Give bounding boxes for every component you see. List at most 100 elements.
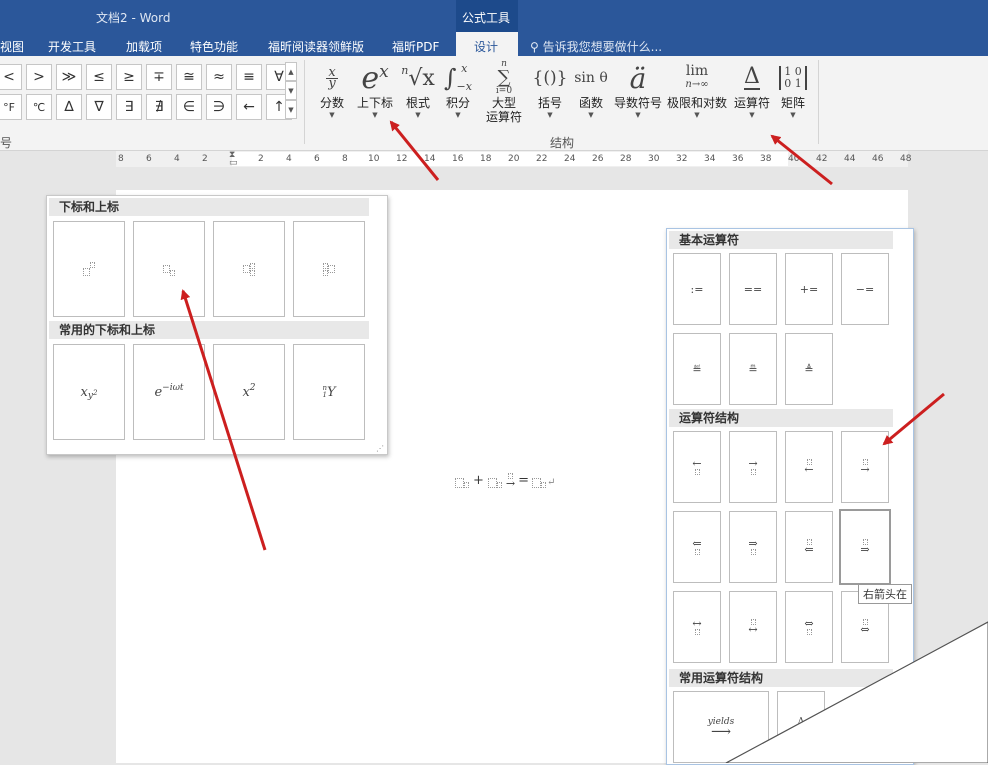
symbol-cell[interactable]: ≈ — [206, 64, 232, 90]
both-arrow-below-tile[interactable]: ↔ — [673, 591, 721, 663]
accent-button[interactable]: ä 导数符号 ▼ — [612, 60, 664, 120]
equation[interactable]: + → = ↵ — [455, 462, 555, 489]
function-icon: sin θ — [574, 70, 608, 86]
chevron-down-icon: ▼ — [635, 111, 641, 119]
symbol-cell[interactable]: < — [0, 64, 22, 90]
subscript-tile[interactable] — [133, 221, 205, 317]
arrow-above-tile[interactable]: ← — [785, 431, 833, 503]
yields-tile[interactable]: yields ⟶ — [673, 691, 769, 763]
symbol-cell[interactable]: ∈ — [176, 94, 202, 120]
ruler-number: 20 — [508, 154, 520, 164]
operator-tile[interactable]: == — [729, 253, 777, 325]
lightbulb-icon: ⚲ — [530, 40, 539, 54]
symbol-cell[interactable]: ∋ — [206, 94, 232, 120]
matrix-button[interactable]: 1 00 1 矩阵 ▼ — [776, 60, 810, 119]
common-script-e-iwt[interactable]: e −iωt — [133, 344, 205, 440]
symbol-cell[interactable]: ≤ — [86, 64, 112, 90]
symbol-cell[interactable]: ≥ — [116, 64, 142, 90]
fraction-button[interactable]: xy 分数 ▼ — [314, 60, 350, 120]
placeholder-box[interactable] — [487, 478, 497, 488]
large-operator-button[interactable]: n ∑ i=0 大型 运算符 — [478, 60, 530, 125]
fraction-icon: xy — [314, 60, 350, 96]
symbol-cell[interactable]: ∇ — [86, 94, 112, 120]
integral-button[interactable]: ∫ x −x 积分 ▼ — [440, 60, 476, 119]
tab-developer[interactable]: 开发工具 — [48, 38, 96, 55]
radical-button[interactable]: n √x 根式 ▼ — [400, 60, 436, 119]
symbol-cell[interactable]: ∆ — [56, 94, 82, 120]
section-header-common-operator-structures: 常用运算符结构 — [669, 669, 893, 687]
section-header-operator-structures: 运算符结构 — [669, 409, 893, 427]
ruler-number: 14 — [424, 154, 436, 164]
symbol-cell[interactable]: ∄ — [146, 94, 172, 120]
left-sub-superscript-tile[interactable] — [293, 221, 365, 317]
tell-me-box[interactable]: ⚲ 告诉我您想要做什么... — [530, 38, 662, 55]
scroll-down-button[interactable]: ▼ — [285, 81, 297, 100]
symbol-cell[interactable]: > — [26, 64, 52, 90]
tab-view[interactable]: 视图 — [0, 38, 24, 55]
operator-tile[interactable]: ≝ — [673, 333, 721, 405]
symbol-cell[interactable]: ≫ — [56, 64, 82, 90]
section-header-basic-operators: 基本运算符 — [669, 231, 893, 249]
operators-gallery: 基本运算符 := == += −= ≝ ≞ ≜ 运算符结构 ← → ← → ⇐ … — [666, 228, 914, 765]
tab-foxit-reader[interactable]: 福昕阅读器领鲜版 — [268, 38, 364, 55]
tooltip: 右箭头在 — [858, 584, 912, 604]
resize-grip-icon[interactable]: ⋰ — [376, 444, 384, 453]
structures-group-label: 结构 — [550, 136, 575, 150]
double-arrow-above-tile-hover[interactable]: ⇒ — [839, 509, 891, 585]
bracket-button[interactable]: {()} 括号 ▼ — [530, 60, 570, 119]
ruler-number: 44 — [844, 154, 856, 164]
symbol-cell[interactable]: ∃ — [116, 94, 142, 120]
symbol-cell[interactable]: °F — [0, 94, 22, 120]
double-arrow-above-tile[interactable]: ⇐ — [785, 511, 833, 583]
sub-superscript-tile[interactable] — [213, 221, 285, 317]
scroll-up-button[interactable]: ▲ — [285, 62, 297, 81]
arrow-below-tile[interactable]: ← — [673, 431, 721, 503]
operator-tile[interactable]: := — [673, 253, 721, 325]
arrow-below-tile[interactable]: → — [729, 431, 777, 503]
delta-arrow-tile[interactable]: Δ → — [777, 691, 825, 763]
double-arrow-below-tile[interactable]: ⇒ — [729, 511, 777, 583]
ruler-number: 4 — [286, 154, 292, 164]
symbol-cell[interactable]: ≅ — [176, 64, 202, 90]
function-button[interactable]: sin θ 函数 ▼ — [572, 60, 610, 119]
indent-marker[interactable]: ⧗ ▭ — [229, 151, 238, 168]
tab-addins[interactable]: 加载项 — [126, 38, 162, 55]
ruler-number: 18 — [480, 154, 492, 164]
ruler-number: 22 — [536, 154, 548, 164]
script-button[interactable]: ex 上下标 ▼ — [352, 60, 398, 120]
placeholder-sub[interactable] — [541, 482, 547, 488]
common-script-x2[interactable]: x2 — [213, 344, 285, 440]
common-script-x-y2[interactable]: xy2 — [53, 344, 125, 440]
symbol-cell[interactable]: ∓ — [146, 64, 172, 90]
common-script-nY[interactable]: n1Y — [293, 344, 365, 440]
symbol-cell[interactable]: ℃ — [26, 94, 52, 120]
ruler-number: 2 — [202, 154, 208, 164]
ruler-number: 8 — [342, 154, 348, 164]
both-arrow-above-tile[interactable]: ↔ — [729, 591, 777, 663]
tab-foxit-pdf[interactable]: 福昕PDF — [392, 38, 439, 55]
double-both-arrow-below-tile[interactable]: ⇔ — [785, 591, 833, 663]
chevron-down-icon: ▼ — [372, 111, 378, 119]
placeholder-sub[interactable] — [464, 482, 469, 488]
chevron-down-icon: ▼ — [455, 111, 461, 119]
placeholder-sub[interactable] — [496, 482, 502, 488]
operator-button[interactable]: Δ 运算符 ▼ — [730, 60, 774, 120]
tab-features[interactable]: 特色功能 — [190, 38, 238, 55]
ruler-number: 38 — [760, 154, 772, 164]
radical-icon: n √x — [401, 64, 435, 91]
symbol-cell[interactable]: ← — [236, 94, 262, 120]
operator-tile[interactable]: ≜ — [785, 333, 833, 405]
operator-tile[interactable]: −= — [841, 253, 889, 325]
limit-icon: lim n→∞ — [685, 63, 709, 90]
symbols-group-label: 号 — [0, 136, 13, 150]
arrow-above-tile[interactable]: → — [841, 431, 889, 503]
double-arrow-below-tile[interactable]: ⇐ — [673, 511, 721, 583]
more-symbols-button[interactable]: ▼ — [285, 100, 297, 119]
limit-log-button[interactable]: lim n→∞ 极限和对数 ▼ — [666, 60, 728, 119]
operator-tile[interactable]: ≞ — [729, 333, 777, 405]
superscript-tile[interactable] — [53, 221, 125, 317]
placeholder-box[interactable] — [532, 478, 542, 488]
placeholder-box[interactable] — [455, 478, 464, 488]
symbol-cell[interactable]: ≡ — [236, 64, 262, 90]
operator-tile[interactable]: += — [785, 253, 833, 325]
